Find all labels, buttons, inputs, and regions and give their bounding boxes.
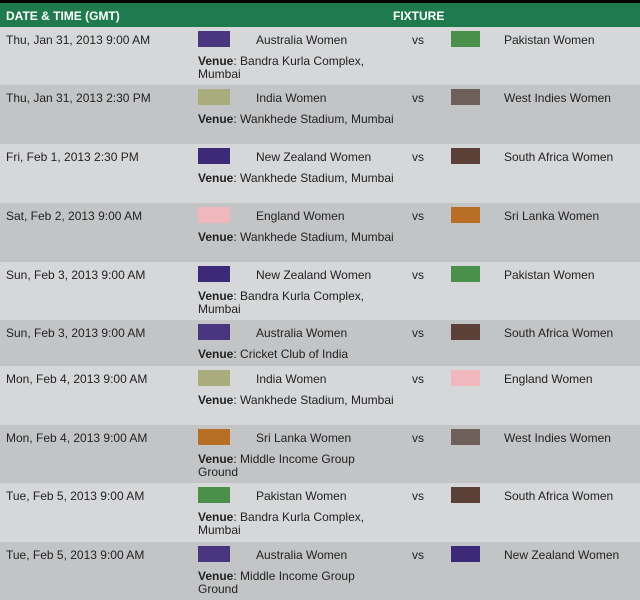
venue-name: Wankhede Stadium, Mumbai — [240, 171, 394, 185]
team2-name[interactable]: England Women — [504, 372, 593, 386]
fixture-date: Mon, Feb 4, 2013 9:00 AM — [6, 431, 148, 445]
vs-label: vs — [412, 326, 424, 340]
team1-flag-icon — [198, 31, 230, 47]
team2-name[interactable]: South Africa Women — [504, 489, 613, 503]
fixture-row[interactable]: Fri, Feb 1, 2013 2:30 PM New Zealand Wom… — [0, 144, 640, 203]
fixture-row[interactable]: Sun, Feb 3, 2013 9:00 AM Australia Women… — [0, 320, 640, 366]
fixture-date: Tue, Feb 5, 2013 9:00 AM — [6, 548, 145, 562]
vs-label: vs — [412, 150, 424, 164]
venue-label: Venue — [198, 393, 234, 407]
vs-label: vs — [412, 548, 424, 562]
team1-flag-icon — [198, 546, 230, 562]
fixture-date: Tue, Feb 5, 2013 9:00 AM — [6, 489, 145, 503]
team2-flag-icon — [451, 266, 480, 282]
team2-name[interactable]: South Africa Women — [504, 150, 613, 164]
team1-flag-icon — [198, 324, 230, 340]
team1-flag-icon — [198, 207, 230, 223]
team1-name[interactable]: England Women — [256, 209, 345, 223]
team1-flag-icon — [198, 487, 230, 503]
team2-name[interactable]: South Africa Women — [504, 326, 613, 340]
fixture-row[interactable]: Sat, Feb 2, 2013 9:00 AM England Women v… — [0, 203, 640, 262]
vs-label: vs — [412, 209, 424, 223]
team1-name[interactable]: Sri Lanka Women — [256, 431, 351, 445]
venue: Venue: Middle Income Group Ground — [198, 569, 355, 596]
team2-flag-icon — [451, 207, 480, 223]
team1-flag-icon — [198, 148, 230, 164]
team2-flag-icon — [451, 370, 480, 386]
vs-label: vs — [412, 372, 424, 386]
team2-name[interactable]: West Indies Women — [504, 91, 611, 105]
fixture-date: Sun, Feb 3, 2013 9:00 AM — [6, 326, 146, 340]
venue-name: Wankhede Stadium, Mumbai — [240, 230, 394, 244]
venue-name: Cricket Club of India — [240, 347, 349, 361]
venue: Venue: Wankhede Stadium, Mumbai — [198, 112, 394, 126]
team1-flag-icon — [198, 370, 230, 386]
vs-label: vs — [412, 431, 424, 445]
team1-name[interactable]: Pakistan Women — [256, 489, 347, 503]
team1-flag-icon — [198, 89, 230, 105]
team2-flag-icon — [451, 89, 480, 105]
venue-label: Venue — [198, 510, 234, 524]
venue: Venue: Bandra Kurla Complex, Mumbai — [198, 510, 365, 537]
fixture-date: Fri, Feb 1, 2013 2:30 PM — [6, 150, 139, 164]
venue-label: Venue — [198, 171, 234, 185]
team1-name[interactable]: Australia Women — [256, 548, 347, 562]
team2-flag-icon — [451, 429, 480, 445]
team2-name[interactable]: West Indies Women — [504, 431, 611, 445]
fixture-row[interactable]: Mon, Feb 4, 2013 9:00 AM Sri Lanka Women… — [0, 425, 640, 483]
team2-flag-icon — [451, 487, 480, 503]
fixture-column-header: FIXTURE — [393, 9, 445, 23]
venue-label: Venue — [198, 569, 234, 583]
venue-label: Venue — [198, 112, 234, 126]
team2-flag-icon — [451, 148, 480, 164]
venue: Venue: Cricket Club of India — [198, 347, 349, 361]
team1-flag-icon — [198, 266, 230, 282]
fixture-date: Mon, Feb 4, 2013 9:00 AM — [6, 372, 148, 386]
team2-name[interactable]: Sri Lanka Women — [504, 209, 599, 223]
fixture-date: Sat, Feb 2, 2013 9:00 AM — [6, 209, 143, 223]
vs-label: vs — [412, 33, 424, 47]
venue: Venue: Wankhede Stadium, Mumbai — [198, 230, 394, 244]
fixture-row[interactable]: Tue, Feb 5, 2013 9:00 AM Australia Women… — [0, 542, 640, 600]
fixture-date: Sun, Feb 3, 2013 9:00 AM — [6, 268, 146, 282]
venue-label: Venue — [198, 347, 234, 361]
fixture-date: Thu, Jan 31, 2013 2:30 PM — [6, 91, 151, 105]
fixture-row[interactable]: Tue, Feb 5, 2013 9:00 AM Pakistan Women … — [0, 483, 640, 542]
team1-flag-icon — [198, 429, 230, 445]
fixture-row[interactable]: Thu, Jan 31, 2013 9:00 AM Australia Wome… — [0, 27, 640, 85]
table-header: DATE & TIME (GMT) FIXTURE — [0, 3, 640, 27]
date-column-header: DATE & TIME (GMT) — [6, 9, 120, 23]
team2-flag-icon — [451, 546, 480, 562]
venue: Venue: Wankhede Stadium, Mumbai — [198, 171, 394, 185]
venue-label: Venue — [198, 289, 234, 303]
venue: Venue: Middle Income Group Ground — [198, 452, 355, 479]
team1-name[interactable]: New Zealand Women — [256, 268, 371, 282]
team2-flag-icon — [451, 31, 480, 47]
team2-name[interactable]: New Zealand Women — [504, 548, 619, 562]
venue-label: Venue — [198, 54, 234, 68]
team1-name[interactable]: New Zealand Women — [256, 150, 371, 164]
venue: Venue: Bandra Kurla Complex, Mumbai — [198, 54, 365, 81]
team2-name[interactable]: Pakistan Women — [504, 268, 595, 282]
fixture-row[interactable]: Thu, Jan 31, 2013 2:30 PM India Women vs… — [0, 85, 640, 144]
venue: Venue: Wankhede Stadium, Mumbai — [198, 393, 394, 407]
venue: Venue: Bandra Kurla Complex, Mumbai — [198, 289, 365, 316]
fixture-row[interactable]: Mon, Feb 4, 2013 9:00 AM India Women vs … — [0, 366, 640, 425]
venue-label: Venue — [198, 230, 234, 244]
fixture-date: Thu, Jan 31, 2013 9:00 AM — [6, 33, 151, 47]
fixture-row[interactable]: Sun, Feb 3, 2013 9:00 AM New Zealand Wom… — [0, 262, 640, 320]
team1-name[interactable]: Australia Women — [256, 33, 347, 47]
vs-label: vs — [412, 91, 424, 105]
vs-label: vs — [412, 268, 424, 282]
team2-name[interactable]: Pakistan Women — [504, 33, 595, 47]
team1-name[interactable]: Australia Women — [256, 326, 347, 340]
venue-label: Venue — [198, 452, 234, 466]
team1-name[interactable]: India Women — [256, 372, 326, 386]
venue-name: Wankhede Stadium, Mumbai — [240, 393, 394, 407]
vs-label: vs — [412, 489, 424, 503]
team2-flag-icon — [451, 324, 480, 340]
team1-name[interactable]: India Women — [256, 91, 326, 105]
venue-name: Wankhede Stadium, Mumbai — [240, 112, 394, 126]
